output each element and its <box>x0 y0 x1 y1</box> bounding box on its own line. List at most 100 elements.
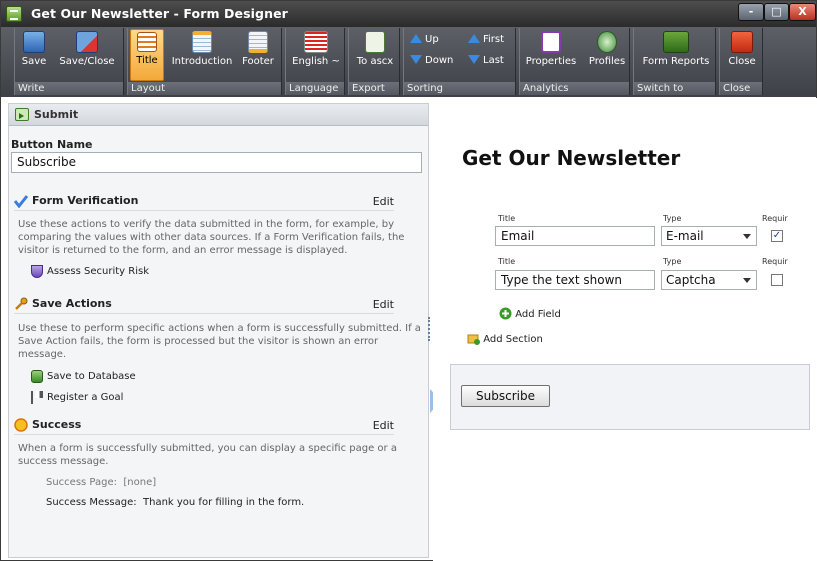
maximize-button[interactable]: □ <box>764 3 789 21</box>
field-captcha-required-checkbox[interactable] <box>771 274 783 286</box>
submit-header-label: Submit <box>34 108 79 121</box>
ribbon-group-label-sorting: Sorting <box>404 82 515 95</box>
subscribe-button[interactable]: Subscribe <box>461 385 550 407</box>
panel-splitter[interactable] <box>428 317 431 341</box>
sort-first-button[interactable]: First <box>468 34 504 45</box>
submit-section[interactable]: Subscribe <box>450 364 810 430</box>
success-edit-link[interactable]: Edit <box>373 419 394 432</box>
success-page-row: Success Page: [none] <box>46 477 156 488</box>
add-plus-icon <box>499 307 512 320</box>
field-type-label: Type <box>663 257 682 266</box>
form-reports-button[interactable]: Form Reports <box>638 31 714 67</box>
export-ascx-button[interactable]: To ascx <box>353 31 397 67</box>
language-label: English ~ <box>292 56 340 67</box>
save-actions-header: Save Actions Edit <box>14 296 394 314</box>
form-title[interactable]: Get Our Newsletter <box>462 146 680 170</box>
success-message-label: Success Message: <box>46 497 137 508</box>
key-icon <box>14 297 28 311</box>
properties-button[interactable]: Properties <box>524 31 578 67</box>
action-assess-security-risk[interactable]: Assess Security Risk <box>31 265 149 278</box>
action-label: Save to Database <box>47 371 136 382</box>
footer-layout-button[interactable]: Footer <box>238 31 278 67</box>
title-layout-button[interactable]: Title <box>130 29 164 81</box>
introduction-layout-button[interactable]: Introduction <box>168 31 236 67</box>
ribbon-group-label-switch-to: Switch to <box>634 82 715 95</box>
button-name-input[interactable]: Subscribe <box>11 152 422 173</box>
save-button[interactable]: Save <box>18 31 50 67</box>
profiles-icon <box>597 31 617 53</box>
footer-layout-icon <box>248 31 268 53</box>
field-type-label: Type <box>663 214 682 223</box>
chevron-down-icon <box>743 278 751 283</box>
save-actions-title: Save Actions <box>32 297 112 310</box>
action-save-to-database[interactable]: Save to Database <box>31 370 136 383</box>
success-sun-icon <box>14 418 28 432</box>
success-header: Success Edit <box>14 417 394 435</box>
sort-down-button[interactable]: Down <box>410 55 453 66</box>
sort-up-label: Up <box>425 34 439 45</box>
ribbon-group-write: Save Save/Close Write <box>14 28 124 95</box>
ribbon-group-language: English ~ Language <box>285 28 345 95</box>
properties-icon <box>541 31 561 53</box>
window-title: Get Our Newsletter - Form Designer <box>31 6 288 21</box>
submit-header[interactable]: Submit <box>9 104 428 126</box>
form-reports-label: Form Reports <box>642 56 710 67</box>
footer-layout-label: Footer <box>242 56 274 67</box>
ribbon-group-label-write: Write <box>15 82 123 95</box>
minimize-button[interactable]: - <box>738 3 764 21</box>
field-captcha-type-select[interactable]: Captcha <box>661 270 757 290</box>
form-verification-description: Use these actions to verify the data sub… <box>18 219 405 256</box>
save-actions-description: Use these to perform specific actions wh… <box>18 323 421 360</box>
field-email-title-input[interactable]: Email <box>495 226 655 246</box>
sort-last-label: Last <box>483 55 504 66</box>
submit-icon <box>15 108 29 121</box>
field-title-label: Title <box>498 257 516 266</box>
ribbon-group-analytics: Properties Profiles Analytics <box>519 28 630 95</box>
sort-last-button[interactable]: Last <box>468 55 504 66</box>
action-register-goal[interactable]: Register a Goal <box>31 391 124 404</box>
database-icon <box>31 370 43 383</box>
add-section-label: Add Section <box>483 334 543 345</box>
add-field-link[interactable]: Add Field <box>499 307 561 320</box>
window-close-button[interactable]: X <box>789 3 816 21</box>
add-field-label: Add Field <box>515 309 561 320</box>
csharp-file-icon <box>365 31 385 53</box>
goal-flag-icon <box>31 391 43 404</box>
field-captcha-title-input[interactable]: Type the text shown <box>495 270 655 290</box>
field-email-required-checkbox[interactable]: ✓ <box>771 230 783 242</box>
field-email-type-select[interactable]: E-mail <box>661 226 757 246</box>
button-name-label: Button Name <box>11 138 93 151</box>
success-page-label: Success Page: <box>46 477 118 488</box>
success-page-value: [none] <box>123 477 157 488</box>
arrow-down-icon <box>410 55 422 64</box>
checkmark-icon <box>13 194 29 209</box>
field-title-label: Title <box>498 214 516 223</box>
ribbon-group-label-language: Language <box>286 82 344 95</box>
save-button-label: Save <box>21 56 47 67</box>
form-reports-icon <box>663 31 689 53</box>
success-description: When a form is successfully submitted, y… <box>18 443 397 467</box>
add-section-link[interactable]: Add Section <box>467 332 543 345</box>
export-ascx-label: To ascx <box>356 56 394 67</box>
form-preview-canvas: Get Our Newsletter Title Email Type E-ma… <box>433 98 817 561</box>
form-verification-edit-link[interactable]: Edit <box>373 195 394 208</box>
save-close-button[interactable]: Save/Close <box>55 31 119 67</box>
form-designer-window: Get Our Newsletter - Form Designer - □ X… <box>0 0 817 561</box>
field-type-value: Captcha <box>666 273 716 287</box>
language-dropdown[interactable]: English ~ <box>290 31 342 67</box>
close-red-icon <box>731 31 753 53</box>
title-bar: Get Our Newsletter - Form Designer - □ X <box>1 1 816 27</box>
field-required-label: Requir <box>762 257 788 266</box>
action-label: Register a Goal <box>47 392 124 403</box>
close-designer-button[interactable]: Close <box>724 31 760 67</box>
action-label: Assess Security Risk <box>47 266 149 277</box>
profiles-button[interactable]: Profiles <box>586 31 628 67</box>
form-verification-header: Form Verification Edit <box>13 193 394 211</box>
save-actions-edit-link[interactable]: Edit <box>373 298 394 311</box>
sort-up-button[interactable]: Up <box>410 34 439 45</box>
ribbon-group-label-analytics: Analytics <box>520 82 629 95</box>
save-close-icon <box>76 31 98 53</box>
introduction-layout-label: Introduction <box>171 56 233 67</box>
ribbon-group-export: To ascx Export <box>348 28 400 95</box>
add-section-icon <box>467 334 480 345</box>
